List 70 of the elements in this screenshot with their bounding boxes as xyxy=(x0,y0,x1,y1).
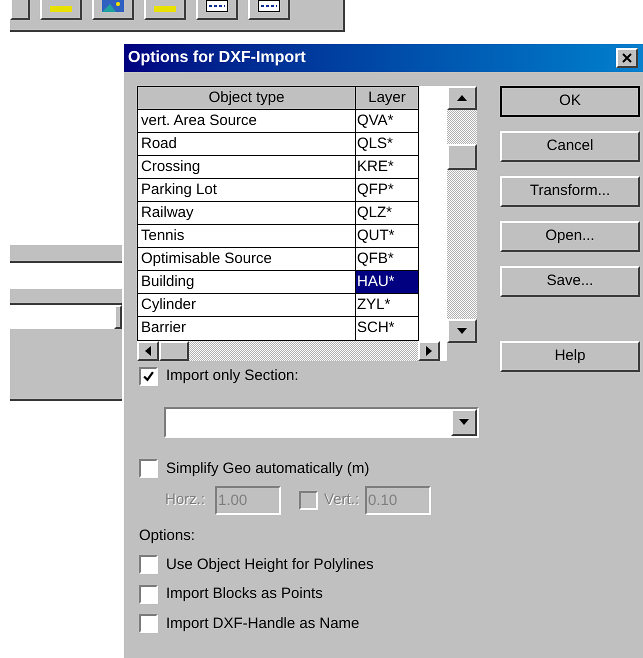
scroll-thumb[interactable] xyxy=(447,144,477,170)
window-title: Options for DXF-Import xyxy=(128,48,306,68)
field-label: Horz.: xyxy=(165,490,206,510)
up-arrow-icon xyxy=(457,95,467,101)
right-arrow-icon xyxy=(426,346,432,356)
checkbox-label: Use Object Height for Polylines xyxy=(166,554,374,574)
table-cell[interactable]: Barrier xyxy=(138,317,356,340)
help-button[interactable]: Help xyxy=(500,341,640,372)
toolbar-button[interactable] xyxy=(144,0,186,20)
down-arrow-icon xyxy=(459,419,469,425)
grid-icon xyxy=(258,0,280,12)
checkbox-label: Simplify Geo automatically (m) xyxy=(166,458,370,478)
checkbox-label: Import DXF-Handle as Name xyxy=(166,614,360,634)
dropdown-field[interactable] xyxy=(10,305,122,331)
table-cell[interactable]: QFP* xyxy=(356,179,418,201)
table-cell[interactable]: Optimisable Source xyxy=(138,248,356,270)
table-cell[interactable]: QLZ* xyxy=(356,202,418,224)
dialog-button[interactable]: Cancel xyxy=(500,131,640,162)
toolbar-button[interactable] xyxy=(92,0,134,20)
table-cell[interactable]: QLS* xyxy=(356,133,418,155)
checkbox[interactable] xyxy=(139,584,158,604)
horizontal-scrollbar[interactable] xyxy=(137,341,440,361)
scroll-thumb[interactable] xyxy=(159,341,189,361)
section-dropdown[interactable] xyxy=(164,406,479,438)
left-arrow-icon xyxy=(145,346,151,356)
checkmark-icon xyxy=(143,370,154,382)
vertical-scrollbar[interactable] xyxy=(447,86,477,343)
dialog-button[interactable]: OK xyxy=(500,86,640,117)
scroll-left-button[interactable] xyxy=(137,341,159,361)
table-cell[interactable]: Road xyxy=(138,133,356,155)
checkbox[interactable] xyxy=(139,614,158,634)
dialog-button[interactable]: Open... xyxy=(500,221,640,252)
table-cell[interactable]: HAU* xyxy=(356,271,418,293)
dialog-button[interactable]: Transform... xyxy=(500,176,640,207)
table-cell[interactable]: Tennis xyxy=(138,225,356,247)
toolbar-button[interactable] xyxy=(248,0,290,20)
checkbox-label: Import only Section: xyxy=(166,366,299,386)
toolbar-button[interactable] xyxy=(10,0,30,20)
checkbox[interactable] xyxy=(139,555,158,574)
table-cell[interactable]: Parking Lot xyxy=(138,179,356,201)
section-label: Options: xyxy=(138,526,196,546)
dropdown-button[interactable] xyxy=(114,305,122,329)
close-button[interactable] xyxy=(616,48,638,68)
table-cell[interactable]: ZYL* xyxy=(356,294,418,316)
grid-icon xyxy=(206,0,228,12)
checkbox-label: Import Blocks as Points xyxy=(166,584,323,604)
table-cell[interactable]: KRE* xyxy=(356,156,418,178)
table-cell[interactable]: QUT* xyxy=(356,225,418,247)
column-header[interactable]: Object type xyxy=(138,87,356,109)
table-cell[interactable]: Cylinder xyxy=(138,294,356,316)
image-icon xyxy=(102,0,124,12)
table-cell[interactable]: vert. Area Source xyxy=(138,110,356,132)
checkbox[interactable] xyxy=(139,366,158,386)
field-label: Vert.: xyxy=(324,490,360,510)
table-cell[interactable]: Crossing xyxy=(138,156,356,178)
checkbox[interactable] xyxy=(139,459,158,478)
scroll-right-button[interactable] xyxy=(418,341,440,361)
dialog-button[interactable]: Save... xyxy=(500,266,640,297)
toolbar-button[interactable] xyxy=(40,0,82,20)
dropdown-button[interactable] xyxy=(451,408,477,436)
table-cell[interactable]: QFB* xyxy=(356,248,418,270)
down-arrow-icon xyxy=(457,328,467,334)
table-cell[interactable]: Railway xyxy=(138,202,356,224)
table-cell[interactable]: QVA* xyxy=(356,110,418,132)
column-header[interactable]: Layer xyxy=(356,87,418,109)
close-icon xyxy=(622,53,632,63)
toolbar-button[interactable] xyxy=(196,0,238,20)
scroll-down-button[interactable] xyxy=(447,319,477,343)
table-cell[interactable]: SCH* xyxy=(356,317,418,340)
scroll-up-button[interactable] xyxy=(447,86,477,110)
